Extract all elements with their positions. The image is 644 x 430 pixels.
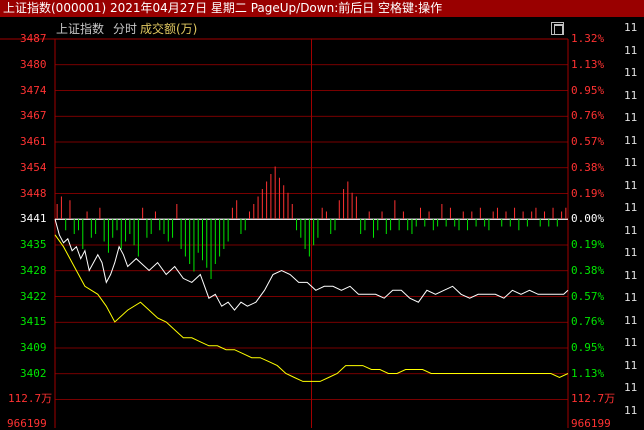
side-panel-fragment: 11 <box>624 291 638 304</box>
side-panel-fragment: 11 <box>624 381 638 394</box>
percent-tick-label: 0.76% <box>571 315 605 329</box>
side-panel-fragment: 11 <box>624 223 638 237</box>
side-panel-fragment: 11 <box>624 133 638 147</box>
price-tick-label: 3415 <box>20 315 47 329</box>
percent-tick-label: 0.57% <box>571 289 605 303</box>
volume-bottom-label: 966199 <box>7 417 47 430</box>
price-tick-label: 3474 <box>20 83 47 97</box>
price-tick-label: 3467 <box>20 109 47 123</box>
percent-tick-label: 0.19% <box>571 186 605 200</box>
side-panel-fragment: 11 <box>624 21 638 34</box>
price-tick-label: 3435 <box>20 238 47 251</box>
price-tick-label: 3402 <box>20 366 47 380</box>
price-tick-label: 3487 <box>20 32 47 45</box>
side-panel-fragment: 11 <box>624 268 638 282</box>
price-tick-label: 3409 <box>20 341 47 354</box>
percent-tick-label: 0.38% <box>571 160 605 174</box>
volume-bottom-label-right: 966199 <box>571 417 611 430</box>
price-tick-label: 3480 <box>20 57 47 71</box>
side-panel-fragment: 11 <box>624 178 638 192</box>
side-panel-fragment: 11 <box>624 43 638 57</box>
percent-tick-label: 0.95% <box>571 341 605 354</box>
percent-tick-label: 0.76% <box>571 109 605 123</box>
price-tick-label: 3441 <box>20 212 47 226</box>
price-tick-label: 3428 <box>20 263 47 277</box>
price-tick-label: 3461 <box>20 135 47 148</box>
percent-tick-label: 0.95% <box>571 83 605 97</box>
percent-tick-label: 0.57% <box>571 135 605 148</box>
intraday-chart <box>0 38 569 428</box>
side-panel-fragment: 11 <box>624 66 638 79</box>
percent-tick-label: 1.13% <box>571 57 605 71</box>
percent-tick-label: 1.13% <box>571 366 605 380</box>
volume-max-label: 112.7万 <box>8 392 53 405</box>
percent-tick-label: 0.19% <box>571 238 605 251</box>
volume-max-label-right: 112.7万 <box>571 392 616 405</box>
price-tick-label: 3422 <box>20 289 47 303</box>
side-panel-fragment: 11 <box>624 88 638 102</box>
side-panel-fragment: 11 <box>624 336 638 349</box>
price-tick-label: 3448 <box>20 186 47 200</box>
side-panel-fragment: 11 <box>624 246 638 259</box>
side-panel-fragment: 11 <box>624 403 638 417</box>
percent-tick-label: 0.00% <box>571 212 605 226</box>
side-panel-fragment: 11 <box>624 313 638 327</box>
side-panel-fragment: 11 <box>624 358 638 372</box>
percent-tick-label: 0.38% <box>571 263 605 277</box>
percent-tick-label: 1.32% <box>571 32 605 45</box>
price-tick-label: 3454 <box>20 160 47 174</box>
side-panel-fragment: 11 <box>624 156 638 169</box>
side-panel-fragment: 11 <box>624 111 638 124</box>
side-panel-fragment: 11 <box>624 201 638 214</box>
